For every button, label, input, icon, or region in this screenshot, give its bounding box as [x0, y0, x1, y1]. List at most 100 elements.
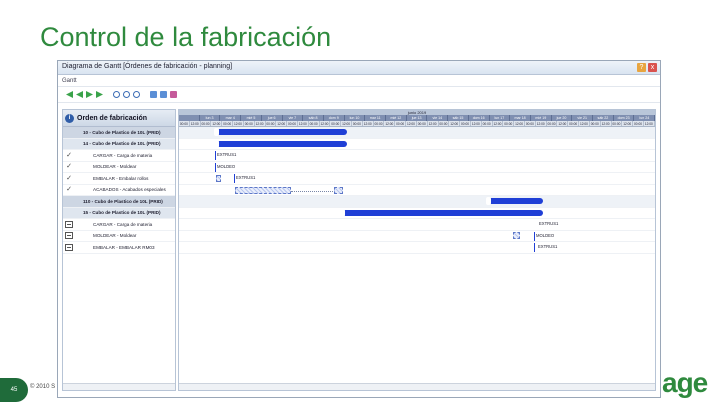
- timeline-hour: 12:00: [536, 121, 547, 126]
- slide-title: Control de la fabricación: [40, 22, 332, 52]
- prev-icon[interactable]: [76, 91, 83, 98]
- order-list-header[interactable]: i Orden de fabricación: [63, 110, 175, 127]
- timeline-hour: 00:00: [331, 121, 342, 126]
- task-row[interactable]: ✓ MOLDEAR - Moldear: [63, 162, 175, 173]
- gantt-task-marker[interactable]: [215, 151, 216, 160]
- menu-gantt[interactable]: Gantt: [58, 75, 660, 87]
- check-icon: ✓: [66, 174, 72, 182]
- gantt-task-marker[interactable]: [215, 162, 216, 172]
- gantt-resource-label: EXTRUS1: [539, 221, 559, 226]
- gantt-row: [179, 219, 655, 231]
- row-spacer: [65, 209, 73, 216]
- gantt-task-block[interactable]: [334, 186, 343, 194]
- row-label: MOLDEAR - Moldear: [93, 233, 137, 239]
- gantt-resource-label: EXTRUS1: [538, 244, 558, 249]
- left-horizontal-scrollbar[interactable]: [63, 383, 175, 390]
- zoom-fit-icon[interactable]: [133, 91, 140, 98]
- gantt-suborder-bar[interactable]: [214, 139, 347, 148]
- timeline-hour: 00:00: [569, 121, 580, 126]
- row-label: 14 - Cubo de Plastico de 10L (PRID): [83, 141, 161, 147]
- timeline-hour: 00:00: [612, 121, 623, 126]
- zoom-out-icon[interactable]: [123, 91, 130, 98]
- help-button[interactable]: ?: [637, 63, 646, 72]
- info-icon: i: [65, 113, 74, 123]
- window-titlebar[interactable]: Diagrama de Gantt [Órdenes de fabricació…: [58, 61, 660, 75]
- timeline-hour: 12:00: [515, 121, 525, 126]
- timeline-hour: 00:00: [201, 121, 212, 126]
- timeline-hour: 12:00: [320, 121, 331, 126]
- filter-icon[interactable]: [160, 91, 167, 98]
- task-row[interactable]: ✓ ACABADOS - Acabados especiales: [63, 185, 175, 196]
- row-spacer: [65, 129, 73, 136]
- timeline-hour: 00:00: [179, 121, 190, 126]
- timeline-hour: 00:00: [525, 121, 536, 126]
- gantt-order-bar[interactable]: [486, 197, 543, 205]
- timeline-hour: 00:00: [461, 121, 471, 126]
- timeline-hour: 00:00: [244, 121, 255, 126]
- pending-task-icon: [65, 220, 73, 228]
- row-label: 10 - Cubo de Plastico de 10L (PRID): [83, 129, 161, 135]
- timeline-hour: 00:00: [223, 121, 234, 126]
- check-icon: ✓: [66, 186, 72, 194]
- gantt-task-block[interactable]: [216, 175, 221, 182]
- settings-icon[interactable]: [150, 91, 157, 98]
- task-row[interactable]: ✓ EMBALAR - Embalar rollos: [63, 173, 175, 185]
- timeline-hour: 12:00: [233, 121, 244, 126]
- row-label: 110 - Cubo de Plastico de 10L (PRID): [83, 198, 163, 204]
- slide: Control de la fabricación Diagrama de Ga…: [0, 0, 720, 405]
- gantt-dependency-line: [291, 191, 333, 192]
- timeline-hour: 12:00: [212, 121, 223, 126]
- task-row[interactable]: ✓ CARGAR - Carga de materia: [63, 150, 175, 162]
- timeline-hour: 12:00: [601, 121, 612, 126]
- timeline-hour: 12:00: [493, 121, 504, 126]
- order-list-rows: 10 - Cubo de Plastico de 10L (PRID) 14 - …: [63, 127, 175, 254]
- zoom-in-icon[interactable]: [113, 91, 120, 98]
- gantt-suborder-bar[interactable]: [340, 208, 543, 217]
- row-label: CARGAR - Carga de materia: [93, 221, 153, 227]
- gantt-task-marker[interactable]: [534, 243, 535, 252]
- task-row[interactable]: CARGAR - Carga de materia: [63, 219, 175, 231]
- gantt-task-block[interactable]: [513, 232, 520, 239]
- check-icon: ✓: [66, 151, 72, 159]
- task-row[interactable]: EMBALAR - EMBALAR RM03: [63, 242, 175, 254]
- timeline-hour: 00:00: [352, 121, 363, 126]
- order-row[interactable]: 15 - Cubo de Plastico de 10L (PRID): [63, 207, 175, 219]
- print-icon[interactable]: [170, 91, 177, 98]
- order-row[interactable]: 14 - Cubo de Plastico de 10L (PRID): [63, 138, 175, 150]
- gantt-resource-label: MOLDEO: [217, 163, 236, 169]
- gantt-task-marker[interactable]: [534, 231, 535, 241]
- check-icon: ✓: [66, 163, 72, 171]
- row-spacer: [65, 140, 73, 147]
- timeline-hour: 12:00: [385, 121, 396, 126]
- page-number-badge: 45: [0, 378, 28, 402]
- first-icon[interactable]: [66, 91, 73, 98]
- last-icon[interactable]: [96, 91, 103, 98]
- timeline-hour: 00:00: [417, 121, 428, 126]
- row-label: MOLDEAR - Moldear: [93, 164, 137, 170]
- timeline-hour: 12:00: [428, 121, 439, 126]
- order-row[interactable]: 110 - Cubo de Plastico de 10L (PRID): [63, 196, 175, 208]
- timeline-hour: 12:00: [623, 121, 634, 126]
- order-row[interactable]: 10 - Cubo de Plastico de 10L (PRID): [63, 127, 175, 139]
- window-title: Diagrama de Gantt [Órdenes de fabricació…: [62, 63, 233, 70]
- next-icon[interactable]: [86, 91, 93, 98]
- task-row[interactable]: MOLDEAR - Moldear: [63, 231, 175, 242]
- gantt-row: [179, 242, 655, 254]
- gantt-chart-pane: junio 2019 lun 3 mar 4 mié 5 jue 6 vie 7 sáb …: [178, 109, 656, 391]
- timeline-hour: 00:00: [482, 121, 493, 126]
- pending-task-icon: [65, 232, 73, 240]
- right-horizontal-scrollbar[interactable]: [179, 383, 655, 390]
- timeline-hour: 00:00: [547, 121, 558, 126]
- timeline-hour: 00:00: [309, 121, 320, 126]
- timeline-hour: 12:00: [579, 121, 590, 126]
- timeline-hour: 12:00: [342, 121, 352, 126]
- order-list-header-label: Orden de fabricación: [77, 114, 148, 122]
- order-list-pane: i Orden de fabricación 10 - Cubo de Plas…: [62, 109, 176, 391]
- row-label: 15 - Cubo de Plastico de 10L (PRID): [83, 210, 161, 216]
- gantt-task-block[interactable]: [235, 186, 291, 194]
- close-button[interactable]: x: [648, 63, 657, 72]
- gantt-task-marker[interactable]: [234, 174, 235, 183]
- timeline-hour: 00:00: [634, 121, 644, 126]
- gantt-order-bar[interactable]: [214, 128, 347, 136]
- timeline-hour: 12:00: [558, 121, 569, 126]
